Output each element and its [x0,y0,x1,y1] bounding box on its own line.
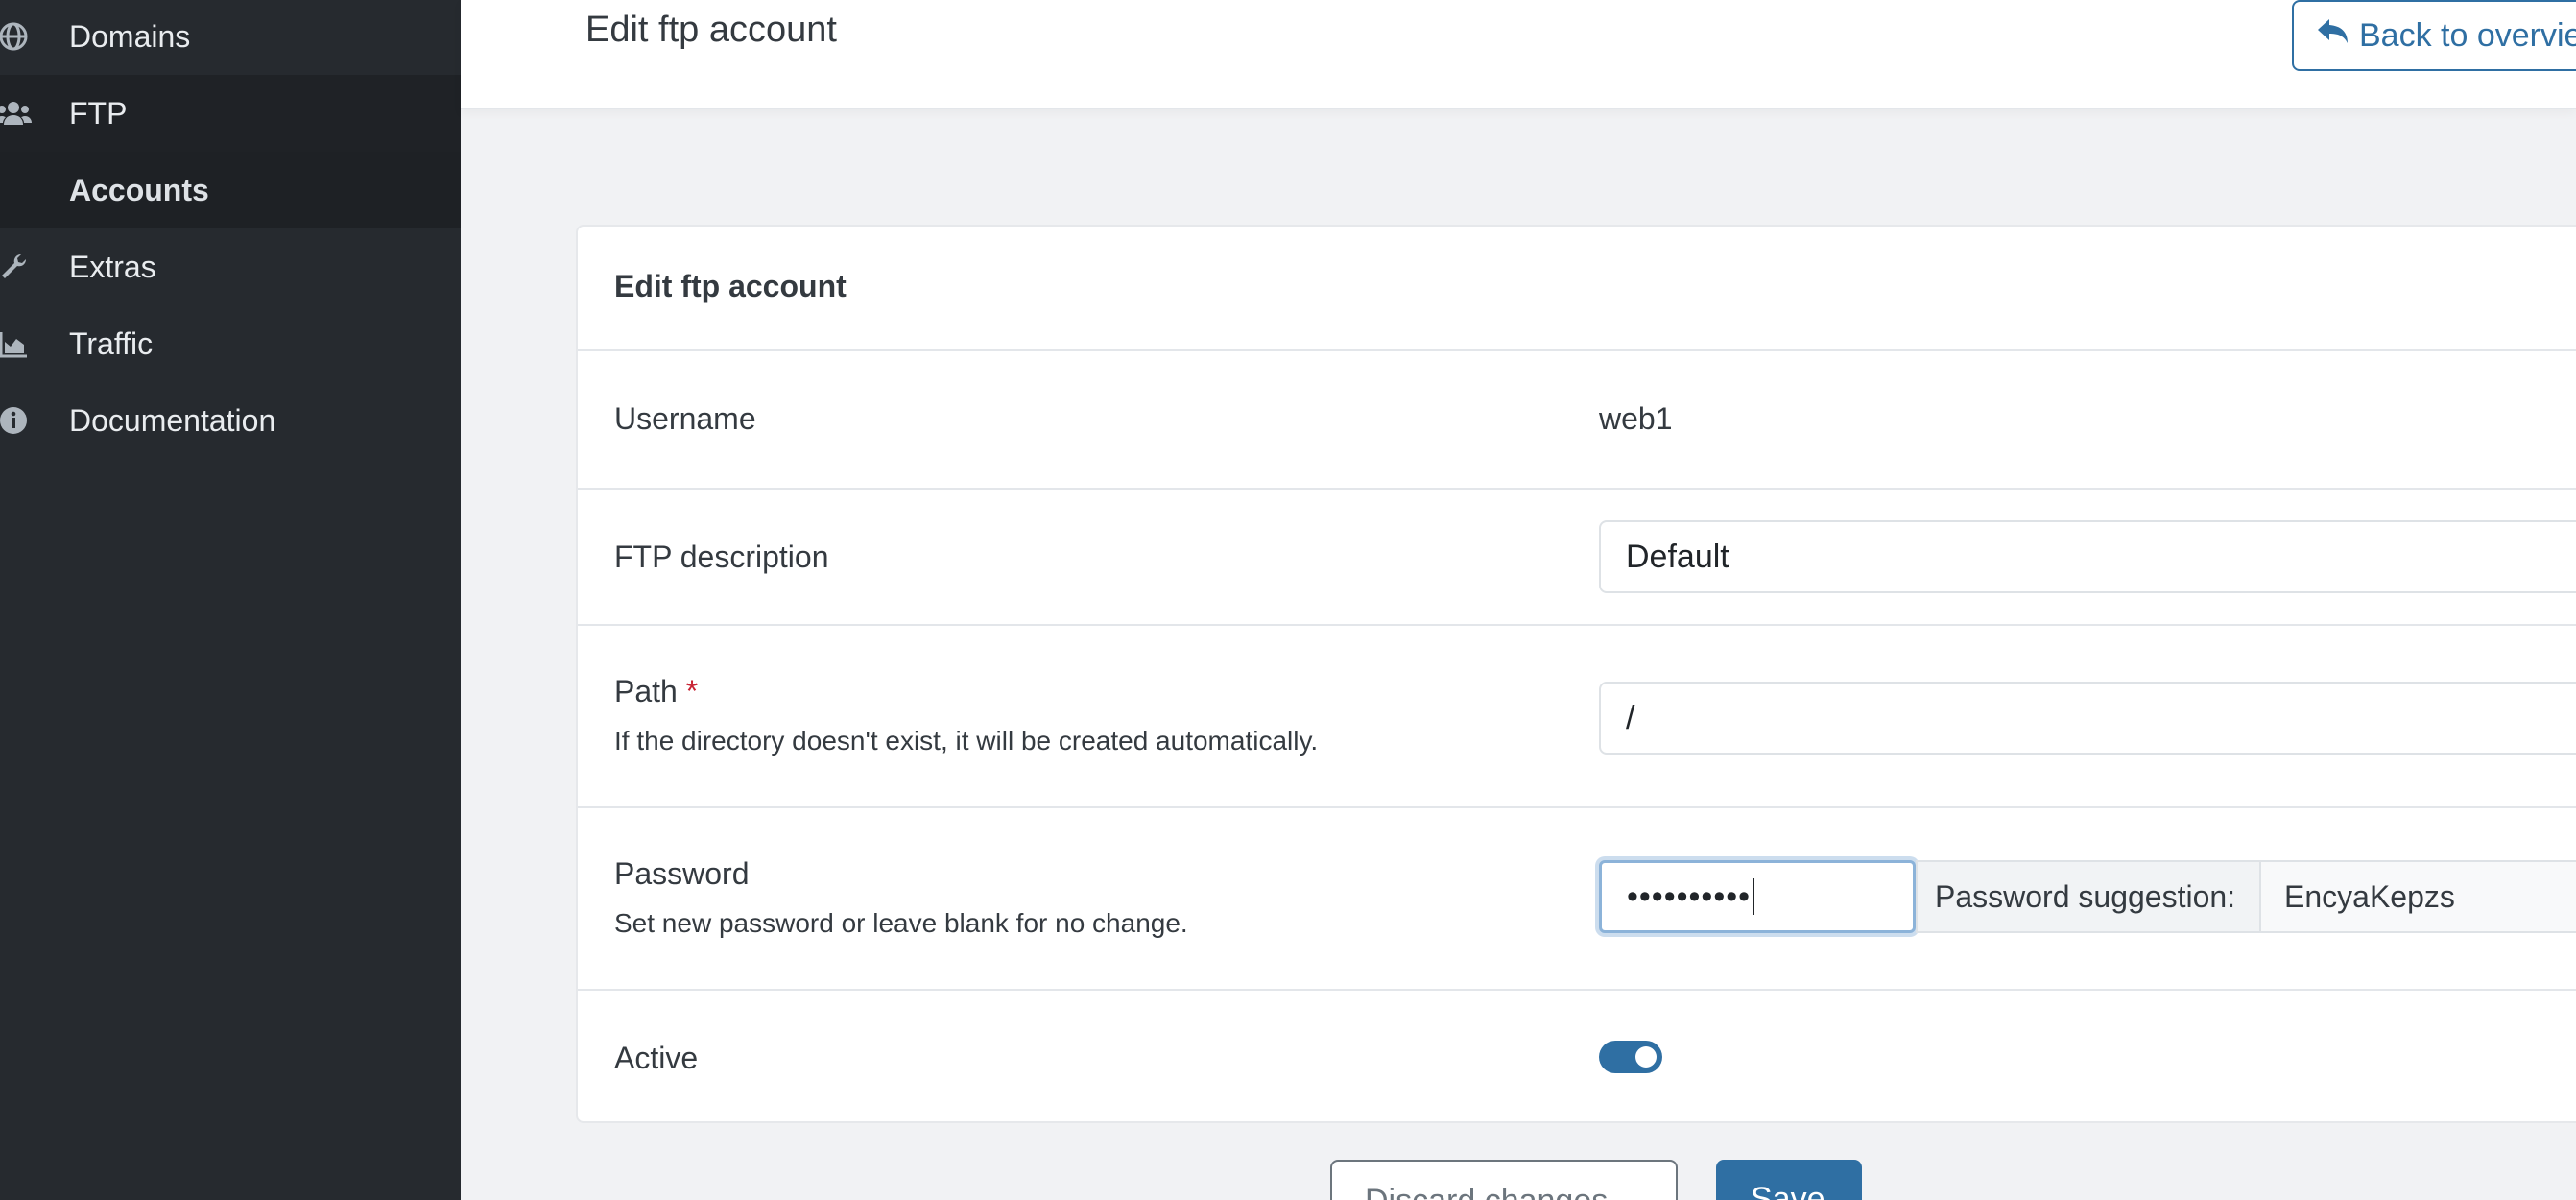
ftp-description-input[interactable]: Default [1599,520,2576,593]
ftp-description-label: FTP description [614,540,829,574]
reply-arrow-icon [2317,17,2349,55]
description-row: FTP description Default [578,490,2576,626]
password-suggestion-value: EncyaKepzs [2259,860,2576,933]
globe-icon [0,17,33,56]
sidebar-item-label: FTP [69,95,128,131]
password-hint: Set new password or leave blank for no c… [614,908,1188,938]
discard-changes-label: Discard changes [1365,1183,1608,1200]
active-row: Active [578,991,2576,1125]
card-header: Edit ftp account [578,227,2576,351]
password-suggestion-label: Password suggestion: [1916,860,2261,933]
text-caret [1753,878,1755,915]
path-label-text: Path [614,674,678,708]
discard-changes-button[interactable]: Discard changes [1330,1160,1678,1200]
users-icon [0,94,33,132]
path-label: Path * [614,674,698,709]
username-value: web1 [1599,401,1673,436]
password-row: Password Set new password or leave blank… [578,808,2576,991]
wrench-icon [0,248,33,286]
app: Domains FTP Accounts Extras Traffic Docu… [0,0,2576,1200]
sidebar-item-ftp[interactable]: FTP [0,75,461,152]
toggle-knob [1635,1046,1657,1068]
path-input[interactable]: / [1599,682,2576,755]
sidebar-item-label: Domains [69,18,191,54]
password-input[interactable]: •••••••••• [1599,860,1916,933]
password-label: Password [614,856,750,891]
card-title: Edit ftp account [614,269,847,303]
page-header: Edit ftp account Back to overview [461,0,2576,109]
username-label: Username [614,401,756,436]
back-to-overview-label: Back to overview [2359,16,2576,54]
sidebar-item-label: Documentation [69,402,276,438]
sidebar-item-label: Accounts [69,172,209,207]
chart-area-icon [0,324,33,363]
active-toggle[interactable] [1599,1041,1662,1073]
sidebar-item-accounts[interactable]: Accounts [0,152,461,228]
info-circle-icon [0,401,33,440]
username-row: Username web1 [578,351,2576,490]
back-to-overview-button[interactable]: Back to overview [2292,0,2576,71]
sidebar-item-extras[interactable]: Extras [0,228,461,305]
sidebar-item-label: Extras [69,249,156,284]
sidebar-item-documentation[interactable]: Documentation [0,382,461,459]
password-value: •••••••••• [1627,877,1752,915]
page-title: Edit ftp account [585,10,837,50]
sidebar-item-domains[interactable]: Domains [0,0,461,75]
sidebar-item-label: Traffic [69,325,154,361]
password-suggestion-group: Password suggestion: EncyaKepzs [1916,860,2576,933]
path-row: Path * If the directory doesn't exist, i… [578,626,2576,808]
save-button[interactable]: Save [1716,1160,1862,1200]
sidebar: Domains FTP Accounts Extras Traffic Docu… [0,0,461,1200]
sidebar-item-traffic[interactable]: Traffic [0,305,461,382]
save-label: Save [1751,1181,1825,1200]
active-label: Active [614,1041,699,1075]
path-hint: If the directory doesn't exist, it will … [614,726,1319,756]
edit-ftp-card: Edit ftp account Username web1 FTP descr… [576,225,2576,1123]
required-marker: * [685,674,699,708]
